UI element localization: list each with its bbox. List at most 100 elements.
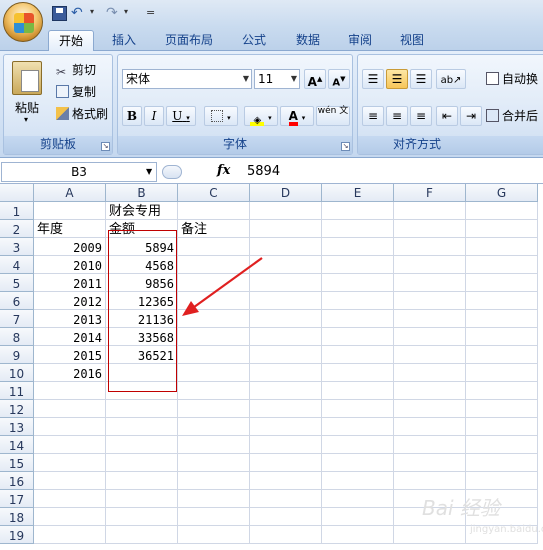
row-header-7[interactable]: 7: [0, 310, 34, 328]
cell-g6[interactable]: [466, 292, 538, 310]
cell-e17[interactable]: [322, 490, 394, 508]
cell-d15[interactable]: [250, 454, 322, 472]
cell-d14[interactable]: [250, 436, 322, 454]
cell-g2[interactable]: [466, 220, 538, 238]
top-align-button[interactable]: ☰: [362, 69, 384, 89]
column-header-e[interactable]: E: [322, 184, 394, 202]
insert-function-icon[interactable]: fx: [217, 163, 230, 178]
customize-quick-access-icon[interactable]: =: [146, 6, 155, 19]
cell-c18[interactable]: [178, 508, 250, 526]
cell-b10[interactable]: [106, 364, 178, 382]
cell-d1[interactable]: [250, 202, 322, 220]
cell-e19[interactable]: [322, 526, 394, 544]
underline-button[interactable]: U ▾: [166, 106, 196, 126]
undo-icon[interactable]: ↶: [71, 6, 86, 21]
cell-e10[interactable]: [322, 364, 394, 382]
cell-f14[interactable]: [394, 436, 466, 454]
cell-f13[interactable]: [394, 418, 466, 436]
tab-data[interactable]: 数据: [286, 30, 330, 51]
cell-g5[interactable]: [466, 274, 538, 292]
cell-c3[interactable]: [178, 238, 250, 256]
row-header-15[interactable]: 15: [0, 454, 34, 472]
cell-f15[interactable]: [394, 454, 466, 472]
column-header-g[interactable]: G: [466, 184, 538, 202]
cell-a15[interactable]: [34, 454, 106, 472]
cell-c7[interactable]: [178, 310, 250, 328]
cell-f2[interactable]: [394, 220, 466, 238]
cell-c12[interactable]: [178, 400, 250, 418]
cell-a4[interactable]: 2010: [34, 256, 106, 274]
cell-g7[interactable]: [466, 310, 538, 328]
cell-f7[interactable]: [394, 310, 466, 328]
cell-c11[interactable]: [178, 382, 250, 400]
cell-b8[interactable]: 33568: [106, 328, 178, 346]
cell-b7[interactable]: 21136: [106, 310, 178, 328]
cell-e8[interactable]: [322, 328, 394, 346]
align-center-button[interactable]: ≡: [386, 106, 408, 126]
row-header-16[interactable]: 16: [0, 472, 34, 490]
row-header-8[interactable]: 8: [0, 328, 34, 346]
grow-font-button[interactable]: A▲: [304, 69, 326, 89]
column-header-b[interactable]: B: [106, 184, 178, 202]
cell-b14[interactable]: [106, 436, 178, 454]
office-button[interactable]: [3, 2, 43, 42]
row-header-9[interactable]: 9: [0, 346, 34, 364]
row-header-10[interactable]: 10: [0, 364, 34, 382]
cell-b19[interactable]: [106, 526, 178, 544]
shrink-font-button[interactable]: A▼: [328, 69, 350, 89]
cut-button[interactable]: ✂ 剪切: [56, 61, 96, 79]
cell-e1[interactable]: [322, 202, 394, 220]
row-header-12[interactable]: 12: [0, 400, 34, 418]
cell-d12[interactable]: [250, 400, 322, 418]
cell-a9[interactable]: 2015: [34, 346, 106, 364]
cell-f9[interactable]: [394, 346, 466, 364]
row-header-17[interactable]: 17: [0, 490, 34, 508]
cell-e4[interactable]: [322, 256, 394, 274]
row-header-2[interactable]: 2: [0, 220, 34, 238]
cell-g11[interactable]: [466, 382, 538, 400]
cell-f19[interactable]: [394, 526, 466, 544]
tab-home[interactable]: 开始: [48, 30, 94, 51]
cell-g12[interactable]: [466, 400, 538, 418]
cell-c19[interactable]: [178, 526, 250, 544]
cell-e16[interactable]: [322, 472, 394, 490]
cell-d11[interactable]: [250, 382, 322, 400]
cell-d16[interactable]: [250, 472, 322, 490]
paste-button[interactable]: 粘贴: [15, 99, 39, 116]
column-header-d[interactable]: D: [250, 184, 322, 202]
merge-center-button[interactable]: 合并后: [486, 107, 543, 125]
cell-a11[interactable]: [34, 382, 106, 400]
cell-e15[interactable]: [322, 454, 394, 472]
cell-a17[interactable]: [34, 490, 106, 508]
cell-b2[interactable]: 金额: [106, 220, 178, 238]
cell-c4[interactable]: [178, 256, 250, 274]
row-header-6[interactable]: 6: [0, 292, 34, 310]
cell-a8[interactable]: 2014: [34, 328, 106, 346]
redo-dropdown-icon[interactable]: ▾: [124, 7, 128, 16]
tab-review[interactable]: 审阅: [338, 30, 382, 51]
column-header-f[interactable]: F: [394, 184, 466, 202]
cell-f12[interactable]: [394, 400, 466, 418]
paste-dropdown-icon[interactable]: ▾: [24, 115, 28, 124]
cell-a5[interactable]: 2011: [34, 274, 106, 292]
cell-c1[interactable]: [178, 202, 250, 220]
cell-b16[interactable]: [106, 472, 178, 490]
cell-b3[interactable]: 5894: [106, 238, 178, 256]
cell-b5[interactable]: 9856: [106, 274, 178, 292]
cell-f10[interactable]: [394, 364, 466, 382]
cell-a10[interactable]: 2016: [34, 364, 106, 382]
paste-icon[interactable]: [12, 61, 42, 95]
cell-g3[interactable]: [466, 238, 538, 256]
cell-e18[interactable]: [322, 508, 394, 526]
cell-e5[interactable]: [322, 274, 394, 292]
cell-a6[interactable]: 2012: [34, 292, 106, 310]
row-header-3[interactable]: 3: [0, 238, 34, 256]
font-color-button[interactable]: A ▾: [280, 106, 314, 126]
cell-d5[interactable]: [250, 274, 322, 292]
cell-f6[interactable]: [394, 292, 466, 310]
cell-a16[interactable]: [34, 472, 106, 490]
cell-f3[interactable]: [394, 238, 466, 256]
cell-g4[interactable]: [466, 256, 538, 274]
cell-c16[interactable]: [178, 472, 250, 490]
cell-d2[interactable]: [250, 220, 322, 238]
